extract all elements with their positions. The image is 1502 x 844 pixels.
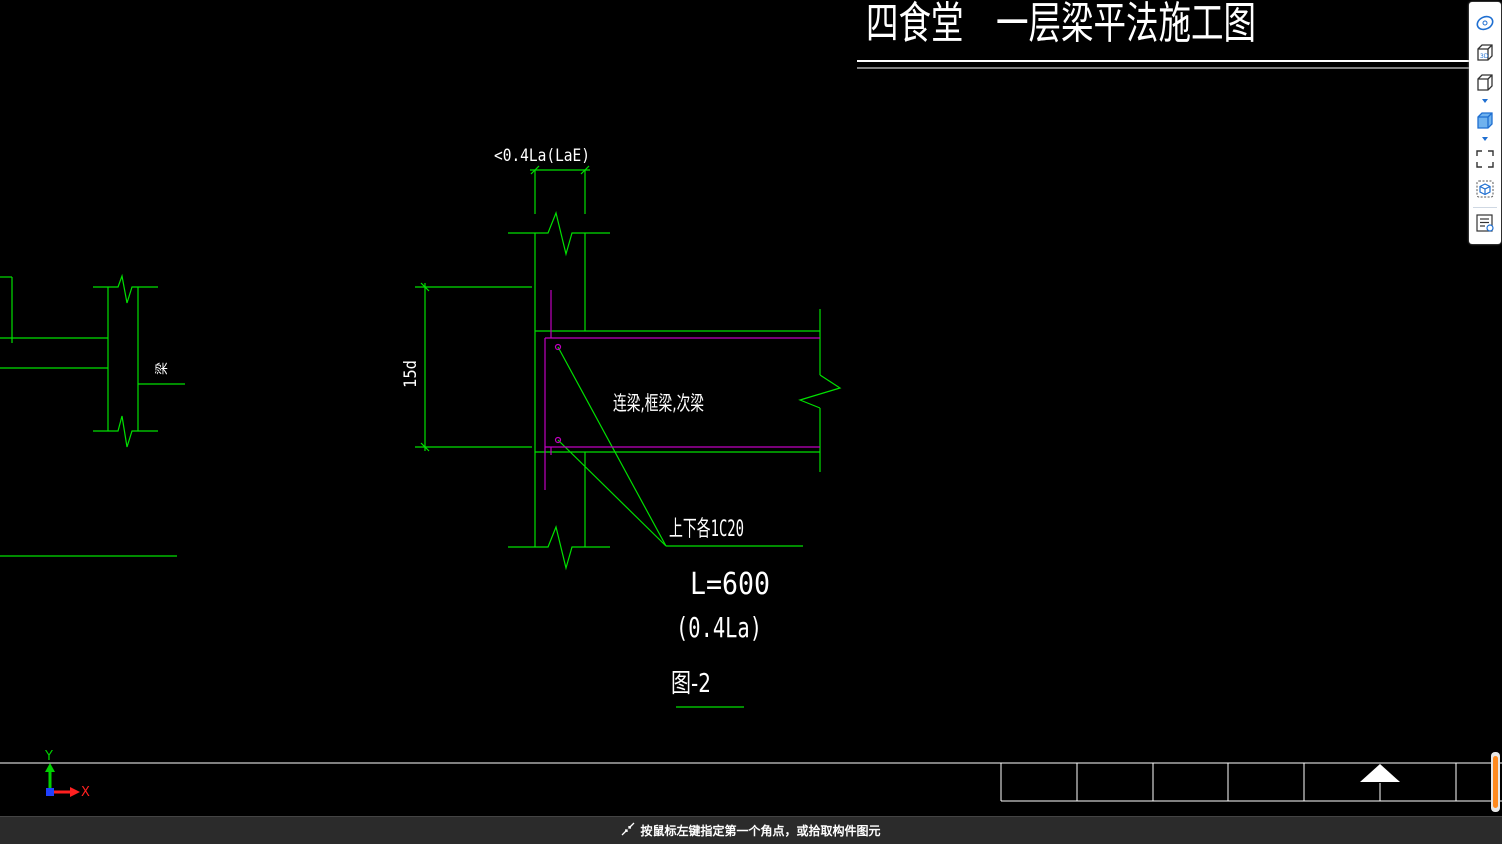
box-select-icon <box>1476 180 1494 198</box>
ucs-y-label: Y <box>45 749 53 764</box>
rebar-lines <box>544 290 820 490</box>
figure-label: 图-2 <box>671 669 711 699</box>
column-break-top <box>508 211 610 257</box>
beam-type-label: 连梁,框梁,次梁 <box>613 391 704 415</box>
status-prompt: 按鼠标左键指定第一个角点，或拾取构件图元 <box>640 824 881 838</box>
drawing-title: 四食堂 一层梁平法施工图 <box>866 0 1256 49</box>
leader-line-bottom <box>557 439 667 547</box>
cube-view-dropdown-icon[interactable] <box>1482 98 1488 104</box>
fullscreen-icon <box>1476 150 1494 168</box>
fullscreen-button[interactable] <box>1474 148 1496 170</box>
svg-text:3D: 3D <box>1480 53 1489 60</box>
solid-cube-dropdown-icon[interactable] <box>1482 136 1488 142</box>
view-orbit-button[interactable] <box>1474 12 1496 34</box>
toolbar-separator <box>1473 207 1497 208</box>
title-block: 四食堂 一层梁平法施工图 <box>857 0 1470 69</box>
ucs-icon <box>45 763 80 797</box>
ucs-x-label: X <box>81 785 90 800</box>
properties-list-button[interactable] <box>1474 212 1496 234</box>
view-toolbar: 3D <box>1469 2 1501 244</box>
ucs-y-arrow <box>45 763 55 772</box>
beam-break-zigzag <box>798 374 842 409</box>
dim-top-label: <0.4La(LaE) <box>494 146 590 166</box>
left-break-top <box>93 273 158 304</box>
ucs-x-arrow <box>70 787 80 797</box>
cad-drawing-area[interactable]: 四食堂 一层梁平法施工图 梁 <0.4La(LaE) 15d 连梁,框梁,次梁 … <box>0 0 1502 844</box>
collapse-arrow-icon[interactable] <box>1360 764 1400 782</box>
vertical-scrollbar[interactable] <box>1491 752 1500 812</box>
3d-view-button[interactable]: 3D <box>1474 42 1496 64</box>
pick-cursor-icon <box>621 822 635 839</box>
left-beam-label: 梁 <box>155 362 170 375</box>
column-detail <box>415 165 842 708</box>
solid-cube-button[interactable] <box>1474 110 1496 132</box>
view-orbit-icon <box>1476 15 1494 31</box>
left-break-bottom <box>93 415 158 448</box>
rebar-spec-label: 上下各1C20 <box>669 517 744 542</box>
dim-left-label: 15d <box>401 360 421 388</box>
cube-view-button[interactable] <box>1474 72 1496 94</box>
scrollbar-thumb[interactable] <box>1493 756 1498 808</box>
cube-view-icon <box>1477 74 1493 91</box>
drawing-canvas[interactable]: 四食堂 一层梁平法施工图 梁 <0.4La(LaE) 15d 连梁,框梁,次梁 … <box>0 0 1502 843</box>
length-label: L=600 <box>690 567 770 602</box>
left-detail <box>0 273 185 557</box>
length-note-label: (0.4La) <box>676 611 762 644</box>
column-break-bottom <box>508 525 610 571</box>
properties-list-icon <box>1476 214 1494 232</box>
3d-view-icon: 3D <box>1477 44 1493 61</box>
status-bar: 按鼠标左键指定第一个角点，或拾取构件图元 <box>0 816 1502 844</box>
layout-strip <box>0 762 1502 802</box>
solid-cube-icon <box>1477 112 1493 129</box>
box-select-button[interactable] <box>1474 178 1496 200</box>
ucs-origin <box>46 788 54 796</box>
